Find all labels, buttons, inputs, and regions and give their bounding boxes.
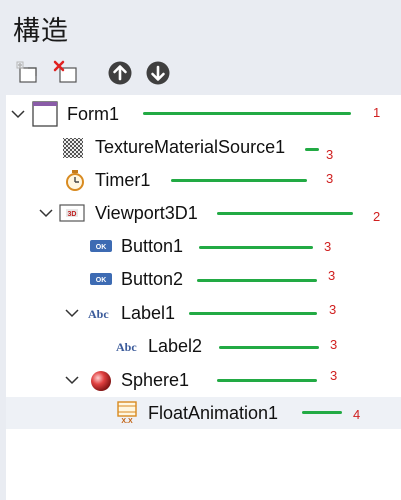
delete-component-icon[interactable] [52,59,80,87]
move-up-icon[interactable] [106,59,134,87]
annotation-number: 3 [330,368,338,383]
chevron-down-icon[interactable] [64,372,80,388]
form-icon [32,101,58,127]
sphere-icon [91,371,111,391]
tree-item-label: Button1 [121,236,184,256]
tree-item-label: Timer1 [95,170,151,190]
tree-item-label: Button2 [121,269,184,289]
svg-text:3D: 3D [68,211,77,218]
panel-title: 構造 [13,16,69,46]
tree-item-label: Sphere1 [121,370,190,390]
label-icon: Abc [88,307,109,320]
annotation-number: 1 [373,105,381,120]
tree-item-label: FloatAnimation1 [148,403,279,423]
move-down-icon[interactable] [144,59,172,87]
chevron-down-icon[interactable] [38,205,54,221]
button-icon: OK [90,273,112,285]
annotation-number: 3 [330,337,338,352]
tree-item-label: Viewport3D1 [95,203,198,223]
annotation-line [199,246,313,249]
annotation-number: 3 [328,268,336,283]
chevron-down-icon[interactable] [64,305,80,321]
tree-item-label: TextureMaterialSource1 [95,137,286,157]
structure-tree[interactable]: Form1 TextureMaterialSource1 Timer1 3D V… [6,95,401,500]
svg-text:Abc: Abc [116,340,137,353]
annotation-line [217,212,353,215]
tree-item-label: Label1 [121,303,176,323]
label-icon: Abc [116,340,137,353]
tree-item-texturematerialsource1[interactable]: TextureMaterialSource1 [6,131,401,163]
chevron-down-icon[interactable] [10,106,26,122]
tree-item-label: Label2 [148,336,203,356]
viewport3d-icon: 3D [59,204,85,222]
svg-text:Abc: Abc [88,307,109,320]
annotation-line [217,379,317,382]
timer-icon [66,170,84,191]
annotation-number: 3 [326,171,334,186]
annotation-number: 2 [373,209,381,224]
add-component-icon[interactable] [14,59,42,87]
texture-icon [63,138,83,158]
svg-text:OK: OK [96,277,107,284]
annotation-line [171,179,307,182]
annotation-number: 3 [329,302,337,317]
structure-panel-header: 構造 [0,0,401,49]
annotation-line [197,279,317,282]
annotation-line [143,112,351,115]
structure-toolbar [0,49,401,95]
button-icon: OK [90,240,112,252]
annotation-line [219,346,319,349]
tree-item-label2[interactable]: Abc Label2 [6,330,401,362]
annotation-line [305,148,319,151]
annotation-number: 3 [326,147,334,162]
annotation-line [189,312,317,315]
annotation-number: 3 [324,239,332,254]
tree-item-label: Form1 [67,104,120,124]
float-animation-icon: X.X [117,401,137,425]
annotation-line [302,411,342,414]
tree-item-sphere1[interactable]: Sphere1 [6,364,401,396]
annotation-number: 4 [353,407,361,422]
svg-text:OK: OK [96,244,107,251]
svg-text:X.X: X.X [121,418,133,425]
